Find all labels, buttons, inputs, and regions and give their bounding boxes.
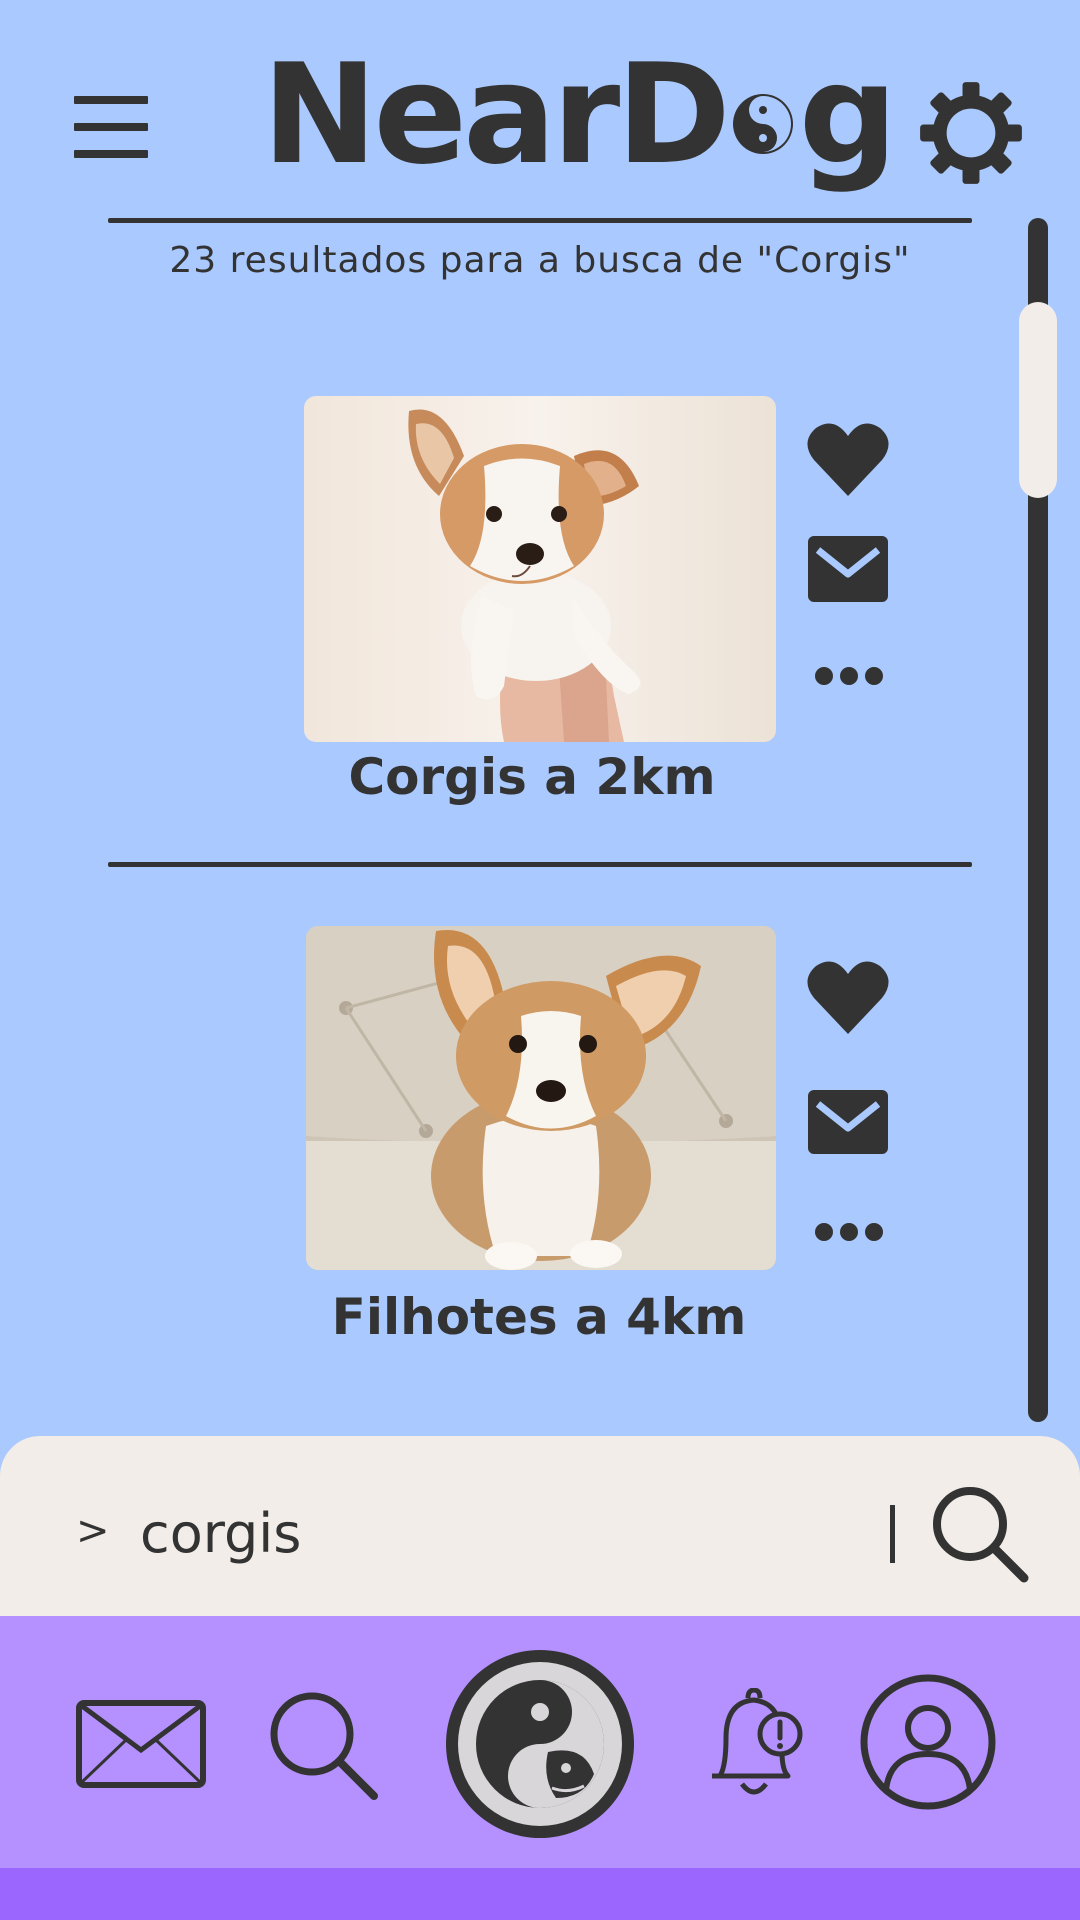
hamburger-menu-icon[interactable] — [74, 92, 148, 162]
gear-icon[interactable] — [918, 80, 1024, 186]
scrollbar-thumb[interactable] — [1019, 302, 1057, 498]
logo-text-prefix: NearD — [262, 34, 731, 195]
mail-icon[interactable] — [806, 1088, 890, 1156]
text-cursor — [890, 1505, 895, 1563]
heart-icon[interactable] — [806, 956, 890, 1040]
logo-text-suffix: g — [798, 34, 898, 195]
profile-icon[interactable] — [860, 1674, 996, 1810]
more-dots-icon[interactable] — [814, 666, 884, 686]
home-yin-yang-dog-icon[interactable] — [444, 1648, 636, 1840]
search-prompt: > — [76, 1508, 110, 1554]
heart-icon[interactable] — [806, 418, 890, 502]
header-divider — [108, 218, 972, 223]
mail-icon[interactable] — [76, 1700, 206, 1788]
bell-alert-icon[interactable] — [704, 1688, 804, 1804]
yin-yang-logo-icon — [732, 94, 793, 154]
app-logo: NearD g — [262, 30, 898, 200]
search-icon[interactable] — [266, 1688, 382, 1804]
listing-photo[interactable] — [306, 926, 776, 1270]
app-header: NearD g — [0, 0, 1080, 215]
system-bottom-bar — [0, 1868, 1080, 1920]
bottom-nav — [0, 1616, 1080, 1868]
listing-photo[interactable] — [304, 396, 776, 742]
results-summary: 23 resultados para a busca de "Corgis" — [169, 240, 911, 281]
listing-title[interactable]: Corgis a 2km — [304, 748, 760, 806]
listing-divider — [108, 862, 972, 867]
listing-title[interactable]: Filhotes a 4km — [306, 1288, 772, 1346]
search-input[interactable] — [140, 1495, 860, 1571]
search-icon[interactable] — [928, 1482, 1032, 1586]
more-dots-icon[interactable] — [814, 1222, 884, 1242]
mail-icon[interactable] — [806, 534, 890, 604]
